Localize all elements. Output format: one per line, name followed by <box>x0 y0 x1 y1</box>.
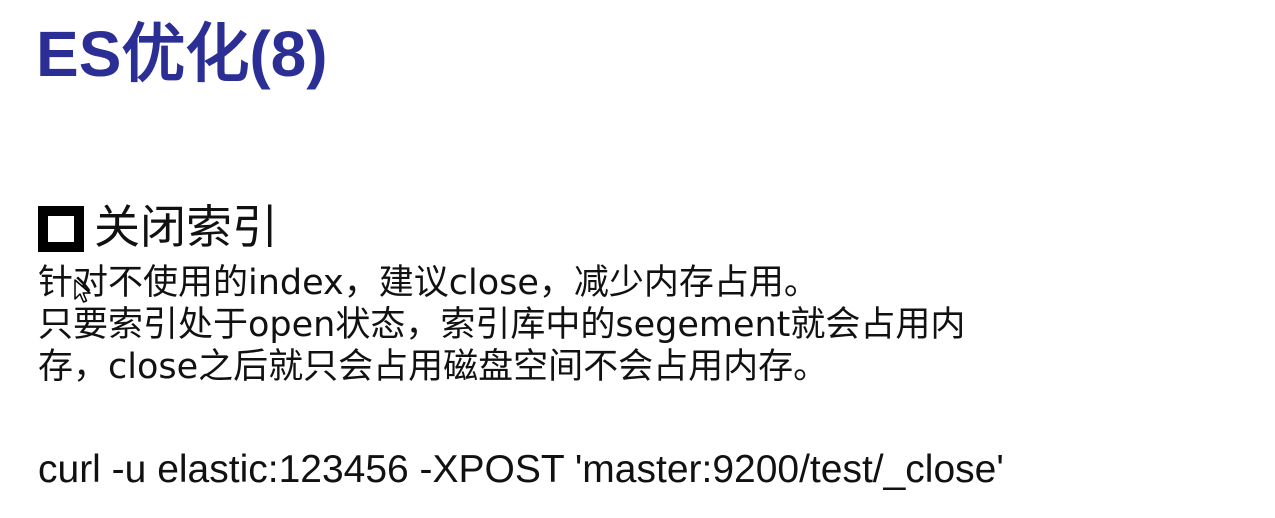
body-line-1: 针对不使用的index，建议close，减少内存占用。 <box>38 263 819 303</box>
slide: ES优化(8) 关闭索引 针对不使用的index，建议close，减少内存占用。… <box>0 0 1275 518</box>
mouse-cursor-icon <box>74 279 91 303</box>
section-heading: 关闭索引 <box>38 196 278 258</box>
body-line-2: 只要索引处于open状态，索引库中的segement就会占用内 <box>38 305 966 345</box>
body-line-3: 存，close之后就只会占用磁盘空间不会占用内存。 <box>38 347 829 387</box>
body-text: 针对不使用的index，建议close，减少内存占用。 只要索引处于open状态… <box>38 262 1263 388</box>
slide-title: ES优化(8) <box>36 18 328 90</box>
square-bullet-icon <box>38 206 84 252</box>
section-heading-text: 关闭索引 <box>94 200 278 254</box>
curl-command: curl -u elastic:123456 -XPOST 'master:92… <box>38 448 1004 491</box>
